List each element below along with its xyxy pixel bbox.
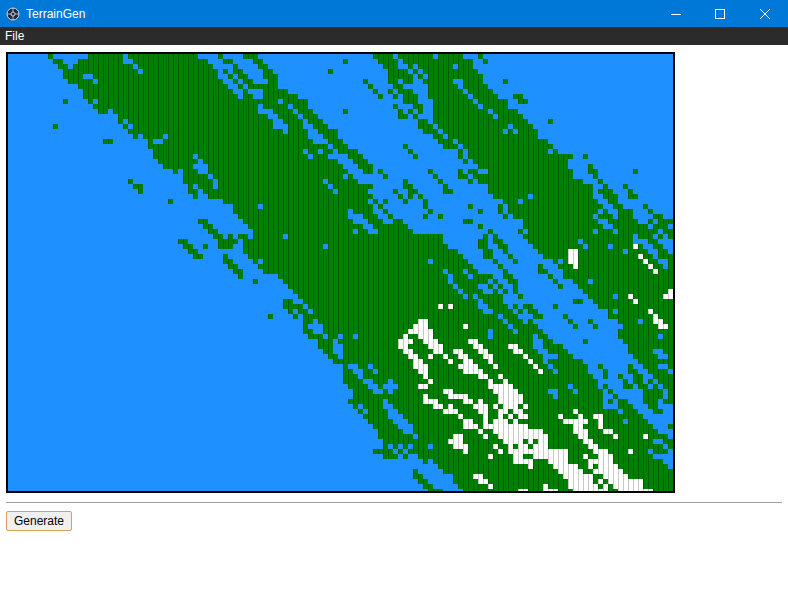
close-button[interactable] xyxy=(742,0,788,27)
separator xyxy=(6,502,782,503)
window-title: TerrainGen xyxy=(26,8,85,20)
minimize-button[interactable] xyxy=(654,0,698,27)
terrain-map xyxy=(8,54,673,491)
title-bar: TerrainGen xyxy=(0,0,788,27)
menu-item[interactable]: File xyxy=(0,28,29,44)
maximize-button[interactable] xyxy=(698,0,742,27)
generate-button[interactable]: Generate xyxy=(6,511,72,531)
maximize-icon xyxy=(715,9,725,19)
app-window: TerrainGen File Generate xyxy=(0,0,788,590)
close-icon xyxy=(760,9,770,19)
button-row: Generate xyxy=(6,511,788,531)
menu-bar: File xyxy=(0,27,788,45)
minimize-icon xyxy=(671,9,681,19)
terrain-frame xyxy=(6,52,675,493)
app-icon xyxy=(6,7,20,21)
